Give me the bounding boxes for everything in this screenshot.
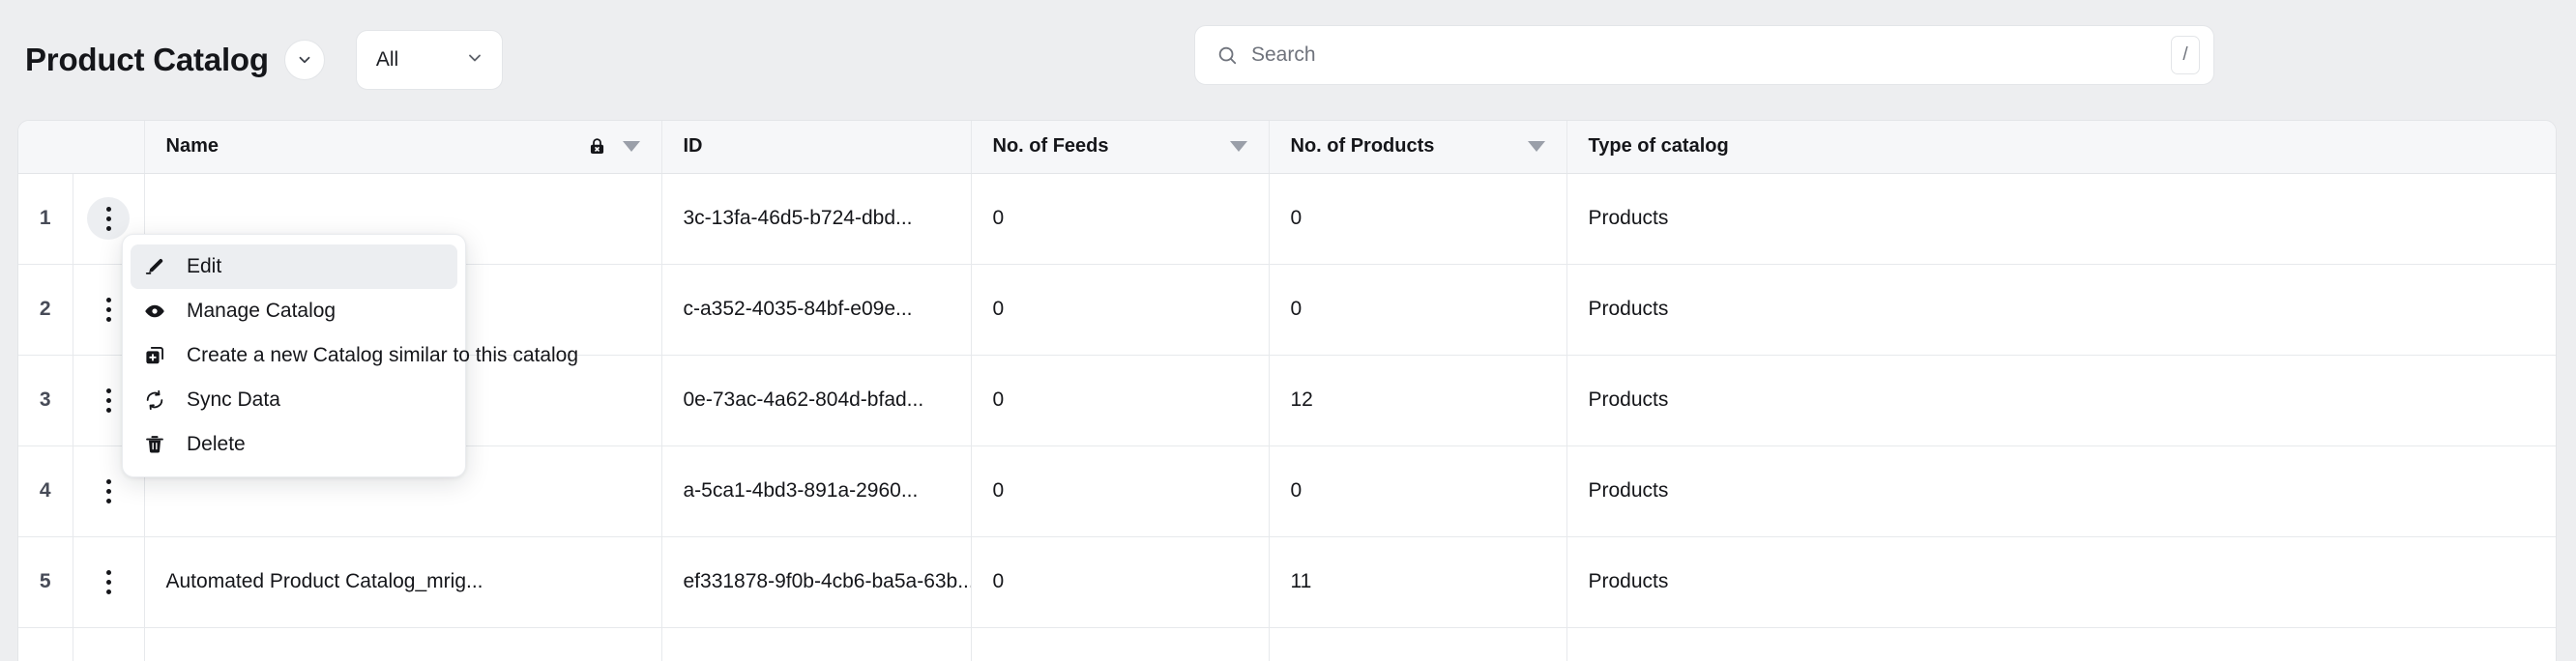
row-actions-button[interactable]: [87, 197, 130, 240]
row-feeds-cell: 0: [971, 355, 1270, 446]
menu-item-sync-data[interactable]: Sync Data: [131, 378, 457, 422]
sync-icon: [142, 389, 167, 411]
row-feeds-cell: 0: [971, 173, 1270, 265]
row-number: 2: [18, 264, 73, 356]
column-header-feeds[interactable]: No. of Feeds: [971, 121, 1270, 174]
kebab-menu-icon: [105, 569, 111, 594]
row-products-cell: 0: [1269, 445, 1567, 537]
row-actions-button[interactable]: [87, 651, 130, 661]
catalog-type-filter-select[interactable]: All: [355, 30, 503, 90]
row-products-cell: 12: [1269, 627, 1567, 661]
row-actions-button[interactable]: [87, 470, 130, 512]
title-dropdown-button[interactable]: [283, 40, 325, 80]
pencil-icon: [142, 256, 167, 277]
row-id-cell: 0e-73ac-4a62-804d-bfad...: [661, 355, 972, 446]
caret-down-icon[interactable]: [1229, 141, 1247, 153]
row-type-cell: Products: [1566, 627, 2556, 661]
column-header-rownum: [18, 121, 73, 174]
row-feeds-cell: 0: [971, 445, 1270, 537]
row-name-cell: Snap1123: [144, 627, 662, 661]
trash-icon: [142, 434, 167, 455]
menu-item-edit-label: Edit: [187, 255, 222, 277]
chevron-down-icon: [296, 51, 313, 69]
row-id-cell: c-a352-4035-84bf-e09e...: [661, 264, 972, 356]
row-products-cell: 0: [1269, 173, 1567, 265]
row-products-cell: 0: [1269, 264, 1567, 356]
row-number: 6: [18, 627, 73, 661]
search-input[interactable]: [1251, 43, 2171, 67]
eye-icon: [142, 300, 167, 323]
menu-item-create-similar-catalog-label: Create a new Catalog similar to this cat…: [187, 344, 579, 366]
menu-item-manage-catalog[interactable]: Manage Catalog: [131, 289, 457, 333]
copy-plus-icon: [142, 345, 167, 366]
search-shortcut-key: /: [2171, 36, 2200, 74]
menu-item-delete[interactable]: Delete: [131, 422, 457, 467]
menu-item-delete-label: Delete: [187, 433, 246, 455]
column-header-type-label: Type of catalog: [1588, 135, 1729, 158]
catalog-table: Name ID No. of Feeds No. of Products Typ…: [17, 120, 2557, 661]
menu-item-create-similar-catalog[interactable]: Create a new Catalog similar to this cat…: [131, 333, 578, 378]
row-id-cell: a-5ca1-4bd3-891a-2960...: [661, 445, 972, 537]
row-number: 5: [18, 536, 73, 628]
row-actions-cell: [73, 536, 145, 628]
filter-selected-value: All: [375, 48, 399, 71]
row-type-cell: Products: [1566, 445, 2556, 537]
kebab-menu-icon: [105, 206, 111, 231]
table-row[interactable]: 6 Snap1123e9310bbe-6fac-4bb3-8f6b-c99...0…: [18, 627, 2556, 661]
kebab-menu-icon: [105, 297, 111, 322]
kebab-menu-icon: [105, 388, 111, 413]
column-header-name-label: Name: [165, 135, 219, 158]
row-id-cell: 3c-13fa-46d5-b724-dbd...: [661, 173, 972, 265]
column-header-products[interactable]: No. of Products: [1269, 121, 1567, 174]
menu-item-edit[interactable]: Edit: [131, 244, 457, 289]
toolbar: Product Catalog All /: [0, 0, 2576, 120]
column-header-actions: [73, 121, 145, 174]
chevron-down-icon: [465, 48, 484, 72]
column-header-id[interactable]: ID: [661, 121, 972, 174]
search-icon: [1216, 44, 1238, 66]
row-feeds-cell: 0: [971, 627, 1270, 661]
column-header-feeds-label: No. of Feeds: [992, 135, 1109, 158]
caret-down-icon[interactable]: [622, 141, 640, 153]
row-actions-cell: [73, 627, 145, 661]
row-number: 3: [18, 355, 73, 446]
row-number: 4: [18, 445, 73, 537]
column-header-type[interactable]: Type of catalog: [1566, 121, 2556, 174]
row-actions-context-menu: Edit Manage Catalog Create a new Catalog…: [122, 234, 578, 477]
table-header-row: Name ID No. of Feeds No. of Products Typ…: [18, 121, 2556, 174]
row-actions-button[interactable]: [87, 560, 130, 603]
row-products-cell: 12: [1269, 355, 1567, 446]
row-type-cell: Products: [1566, 173, 2556, 265]
row-id-cell: e9310bbe-6fac-4bb3-8f6b-c99...: [661, 627, 972, 661]
row-type-cell: Products: [1566, 355, 2556, 446]
column-header-name[interactable]: Name: [144, 121, 662, 174]
caret-down-icon[interactable]: [1527, 141, 1545, 153]
lock-x-icon[interactable]: [587, 136, 607, 157]
row-feeds-cell: 0: [971, 264, 1270, 356]
row-number: 1: [18, 173, 73, 265]
row-type-cell: Products: [1566, 264, 2556, 356]
row-products-cell: 11: [1269, 536, 1567, 628]
column-header-id-label: ID: [683, 135, 703, 158]
menu-item-sync-data-label: Sync Data: [187, 388, 280, 411]
table-row[interactable]: 5 Automated Product Catalog_mrig... ef3318…: [18, 536, 2556, 628]
page-title: Product Catalog: [25, 42, 269, 77]
search-bar[interactable]: /: [1194, 25, 2214, 85]
row-feeds-cell: 0: [971, 536, 1270, 628]
row-type-cell: Products: [1566, 536, 2556, 628]
row-id-cell: ef331878-9f0b-4cb6-ba5a-63b...: [661, 536, 972, 628]
menu-item-manage-catalog-label: Manage Catalog: [187, 300, 337, 322]
column-header-products-label: No. of Products: [1290, 135, 1435, 158]
kebab-menu-icon: [105, 478, 111, 503]
row-name-cell: Automated Product Catalog_mrig...: [144, 536, 662, 628]
